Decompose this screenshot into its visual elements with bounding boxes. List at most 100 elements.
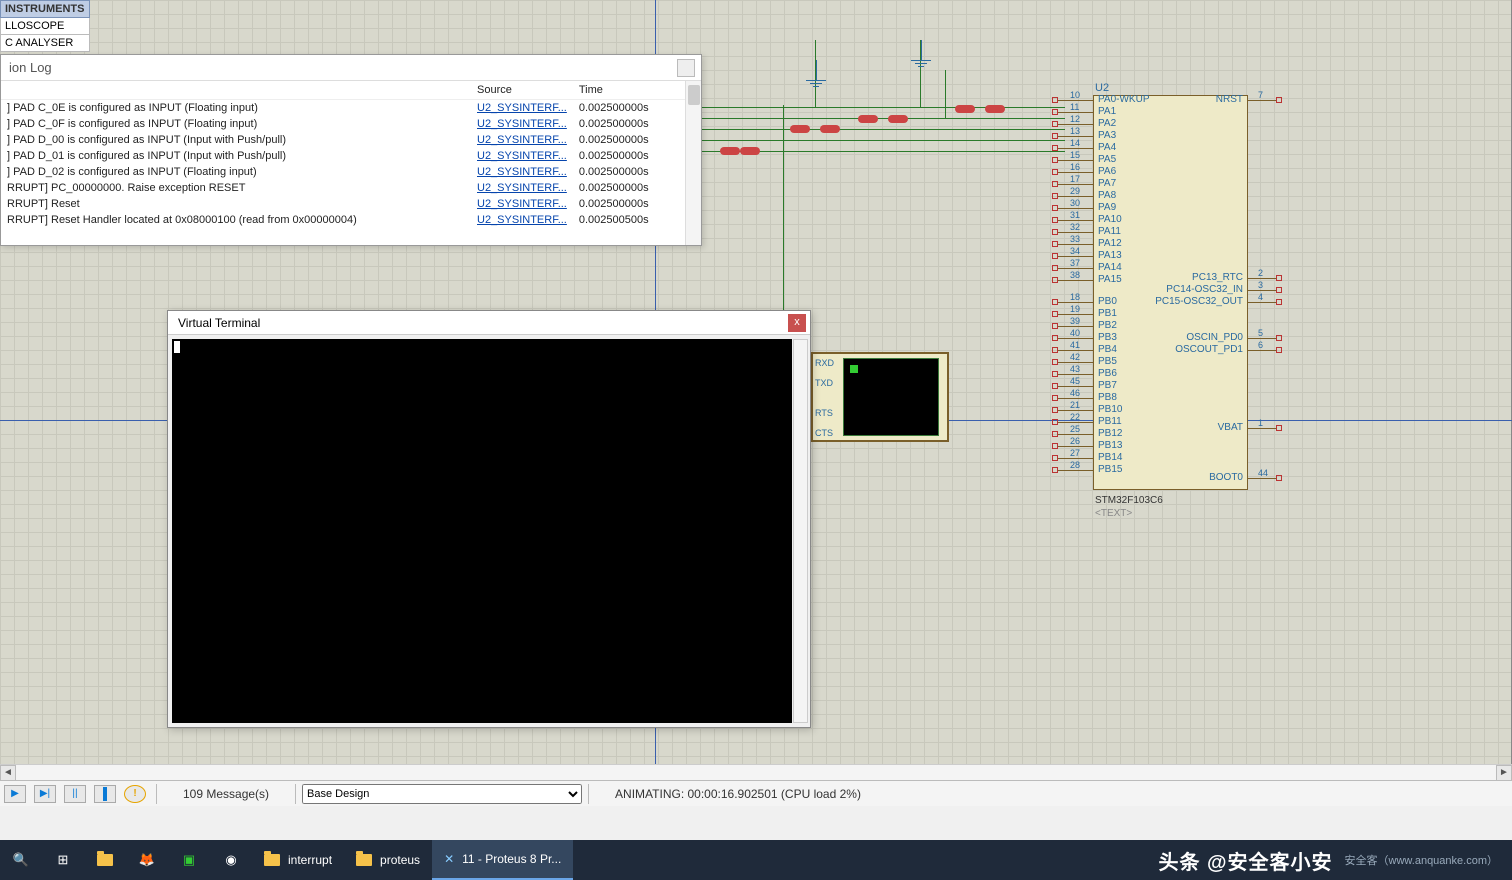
pin-wire (1058, 362, 1093, 363)
pin-wire (1058, 244, 1093, 245)
pin-terminal[interactable] (1052, 455, 1058, 461)
log-row[interactable]: RRUPT] Reset Handler located at 0x080001… (1, 212, 701, 228)
pin-terminal[interactable] (1052, 97, 1058, 103)
pin-terminal[interactable] (1052, 181, 1058, 187)
pin-terminal[interactable] (1276, 299, 1282, 305)
canvas-hscrollbar[interactable]: ◄ ► (0, 764, 1512, 780)
pin-terminal[interactable] (1052, 443, 1058, 449)
pin-terminal[interactable] (1052, 311, 1058, 317)
vterm-screen[interactable] (172, 339, 792, 723)
pin-terminal[interactable] (1052, 323, 1058, 329)
switch[interactable] (888, 115, 908, 123)
design-select[interactable]: Base Design (302, 784, 582, 804)
pin-terminal[interactable] (1276, 97, 1282, 103)
log-scrollbar[interactable] (685, 81, 701, 245)
pin-terminal[interactable] (1052, 277, 1058, 283)
switch[interactable] (720, 147, 740, 155)
pause-button[interactable]: || (64, 785, 86, 803)
file-explorer-icon[interactable] (84, 840, 126, 880)
pin-terminal[interactable] (1052, 253, 1058, 259)
pin-terminal[interactable] (1052, 467, 1058, 473)
pin-label: OSCOUT_PD1 (1175, 344, 1243, 355)
switch[interactable] (955, 105, 975, 113)
firefox-icon[interactable]: 🦊 (126, 840, 168, 880)
wire (700, 129, 1065, 130)
switch[interactable] (740, 147, 760, 155)
pin-terminal[interactable] (1052, 241, 1058, 247)
log-row[interactable]: ] PAD C_0E is configured as INPUT (Float… (1, 100, 701, 117)
simulation-log-window[interactable]: ion Log Source Time ] PAD C_0E is config… (0, 54, 702, 246)
search-icon[interactable]: 🔍 (0, 840, 42, 880)
pin-terminal[interactable] (1052, 383, 1058, 389)
step-button[interactable]: ▶| (34, 785, 56, 803)
pin-terminal[interactable] (1276, 475, 1282, 481)
pin-terminal[interactable] (1052, 335, 1058, 341)
pin-terminal[interactable] (1052, 205, 1058, 211)
switch[interactable] (985, 105, 1005, 113)
taskbar-item-interrupt[interactable]: interrupt (252, 840, 344, 880)
pin-number: 40 (1070, 328, 1080, 338)
pin-terminal[interactable] (1052, 121, 1058, 127)
log-row[interactable]: ] PAD D_01 is configured as INPUT (Input… (1, 148, 701, 164)
close-button[interactable]: x (788, 314, 806, 332)
pin-terminal[interactable] (1052, 169, 1058, 175)
pin-terminal[interactable] (1052, 359, 1058, 365)
pin-number: 21 (1070, 400, 1080, 410)
pin-number: 39 (1070, 316, 1080, 326)
pin-terminal[interactable] (1052, 407, 1058, 413)
taskbar-item-proteus[interactable]: proteus (344, 840, 432, 880)
pin-wire (1058, 314, 1093, 315)
virtual-terminal-window[interactable]: Virtual Terminal x (167, 310, 811, 728)
pin-terminal[interactable] (1052, 217, 1058, 223)
scroll-left-button[interactable]: ◄ (0, 765, 16, 781)
log-row[interactable]: ] PAD D_00 is configured as INPUT (Input… (1, 132, 701, 148)
pin-terminal[interactable] (1052, 371, 1058, 377)
switch[interactable] (858, 115, 878, 123)
pin-terminal[interactable] (1276, 425, 1282, 431)
chrome-icon[interactable]: ◉ (210, 840, 252, 880)
pin-label: PB3 (1098, 332, 1117, 343)
pin-label: PB1 (1098, 308, 1117, 319)
pin-terminal[interactable] (1052, 193, 1058, 199)
log-menu-button[interactable] (677, 59, 695, 77)
pin-terminal[interactable] (1052, 157, 1058, 163)
pin-wire (1248, 302, 1276, 303)
pin-terminal[interactable] (1052, 419, 1058, 425)
pin-terminal[interactable] (1052, 133, 1058, 139)
log-row[interactable]: RRUPT] PC_00000000. Raise exception RESE… (1, 180, 701, 196)
log-row[interactable]: ] PAD D_02 is configured as INPUT (Float… (1, 164, 701, 180)
warning-indicator[interactable]: ! (124, 785, 146, 803)
pin-terminal[interactable] (1052, 229, 1058, 235)
panel-header: INSTRUMENTS (0, 0, 90, 18)
pin-terminal[interactable] (1052, 299, 1058, 305)
pin-terminal[interactable] (1052, 265, 1058, 271)
pin-wire (1058, 112, 1093, 113)
pin-terminal[interactable] (1052, 145, 1058, 151)
stop-button[interactable] (94, 785, 116, 803)
pin-number: 13 (1070, 126, 1080, 136)
pin-terminal[interactable] (1276, 347, 1282, 353)
switch[interactable] (790, 125, 810, 133)
vterm-title: Virtual Terminal (168, 311, 810, 335)
task-view-icon[interactable]: ⊞ (42, 840, 84, 880)
play-button[interactable]: ▶ (4, 785, 26, 803)
pin-wire (1248, 278, 1276, 279)
pin-terminal[interactable] (1052, 109, 1058, 115)
pin-wire (1058, 136, 1093, 137)
pin-terminal[interactable] (1276, 335, 1282, 341)
pin-terminal[interactable] (1052, 347, 1058, 353)
vterm-scrollbar[interactable] (793, 339, 808, 723)
log-row[interactable]: ] PAD C_0F is configured as INPUT (Float… (1, 116, 701, 132)
switch[interactable] (820, 125, 840, 133)
pin-terminal[interactable] (1052, 431, 1058, 437)
pin-terminal[interactable] (1276, 275, 1282, 281)
pin-label: PB6 (1098, 368, 1117, 379)
pin-terminal[interactable] (1052, 395, 1058, 401)
log-row[interactable]: RRUPT] ResetU2_SYSINTERF...0.002500000s (1, 196, 701, 212)
pin-terminal[interactable] (1276, 287, 1282, 293)
instrument-item[interactable]: C ANALYSER (0, 35, 90, 52)
app-icon[interactable]: ▣ (168, 840, 210, 880)
instrument-item[interactable]: LLOSCOPE (0, 18, 90, 35)
taskbar-item-proteus-app[interactable]: ✕11 - Proteus 8 Pr... (432, 840, 573, 880)
scroll-right-button[interactable]: ► (1496, 765, 1512, 781)
